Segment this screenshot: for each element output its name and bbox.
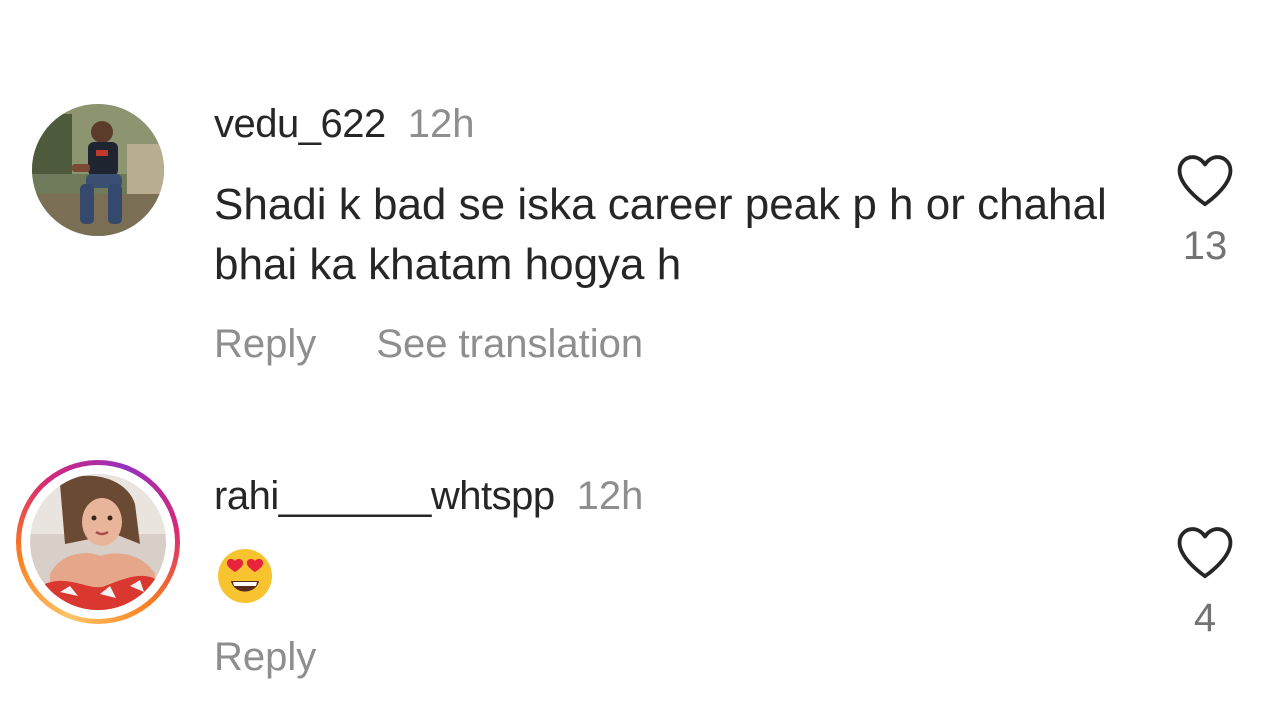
timestamp: 12h (576, 474, 644, 518)
see-translation-button[interactable]: See translation (376, 320, 643, 368)
comment-item: vedu_622 12h Shadi k bad se iska career p… (0, 0, 1280, 400)
comment-header: vedu_622 12h (214, 100, 474, 148)
comment-actions: Reply See translation (214, 320, 643, 368)
comment-header: rahi_______whtspp 12h (214, 472, 643, 520)
comment-actions: Reply (214, 633, 316, 681)
like-count: 13 (1182, 224, 1228, 268)
comment-text: Shadi k bad se iska career peak p h or c… (214, 180, 1107, 289)
reply-button[interactable]: Reply (214, 320, 316, 368)
like-count: 4 (1193, 596, 1217, 640)
avatar[interactable] (32, 104, 164, 236)
timestamp: 12h (407, 102, 475, 146)
reply-button[interactable]: Reply (214, 633, 316, 681)
like-column: 13 (1160, 152, 1250, 270)
username[interactable]: vedu_622 (214, 102, 386, 146)
like-column: 4 (1160, 524, 1250, 642)
avatar[interactable] (30, 474, 166, 610)
heart-icon[interactable] (1174, 524, 1236, 580)
comments-list: vedu_622 12h Shadi k bad se iska career p… (0, 0, 1280, 720)
heart-icon[interactable] (1174, 152, 1236, 208)
heart-eyes-emoji (216, 547, 274, 610)
comment-item: rahi_______whtspp 12h Reply 4 (0, 400, 1280, 720)
username[interactable]: rahi_______whtspp (214, 474, 555, 518)
